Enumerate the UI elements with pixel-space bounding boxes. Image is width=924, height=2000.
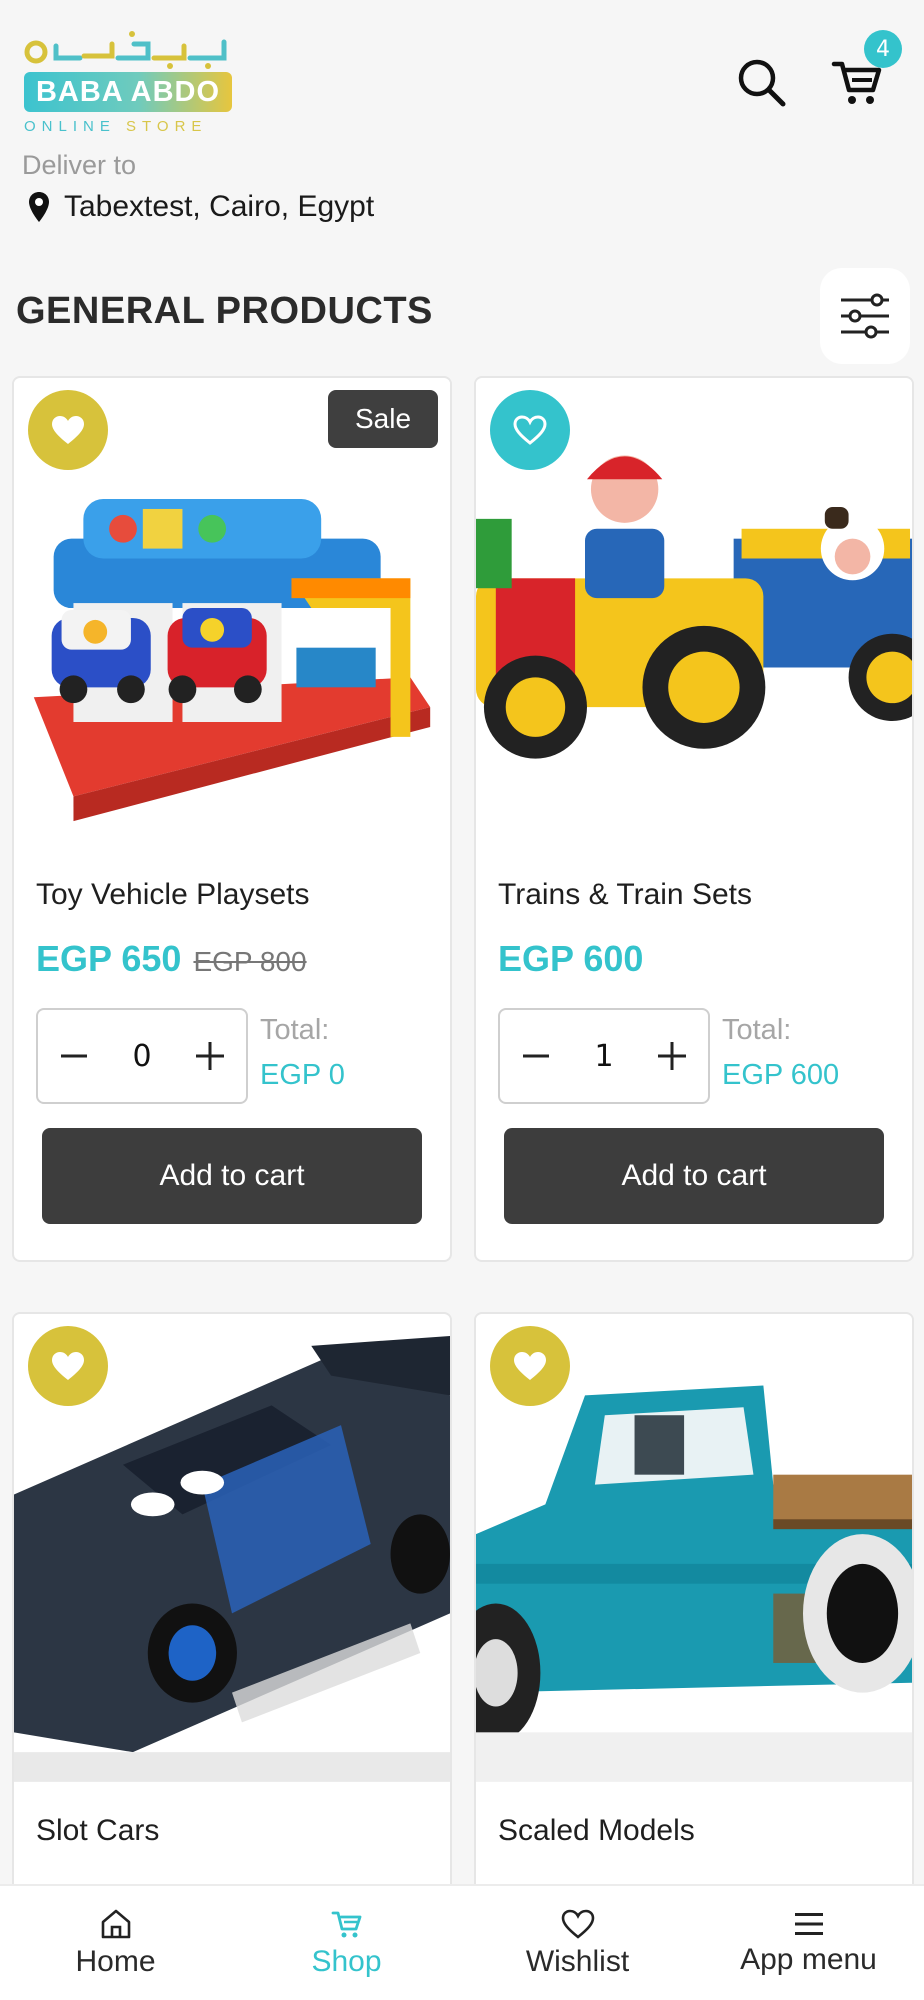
- logo-arabic-wordmark: [24, 31, 227, 69]
- heart-filled-icon: [52, 416, 84, 444]
- search-icon: [738, 59, 786, 107]
- product-card[interactable]: Scaled Models: [474, 1312, 914, 1952]
- increase-quantity-button[interactable]: [188, 1034, 232, 1078]
- product-card[interactable]: Trains & Train Sets EGP 600 1 Total: EGP…: [474, 376, 914, 1262]
- logo-tagline: ONLINE STORE: [24, 118, 208, 135]
- add-to-cart-button[interactable]: Add to cart: [42, 1128, 422, 1224]
- menu-icon: [794, 1913, 823, 1935]
- nav-label-wishlist: Wishlist: [525, 1945, 630, 1978]
- product-card[interactable]: Sale Toy Vehicle Playsets EGP 650 EGP 80…: [12, 376, 452, 1262]
- minus-icon: [61, 1054, 87, 1058]
- location-pin-icon: [29, 192, 49, 222]
- search-button[interactable]: [733, 54, 789, 110]
- quantity-stepper: 0: [36, 1008, 248, 1104]
- home-icon: [101, 1909, 130, 1939]
- nav-item-home[interactable]: Home: [0, 1886, 231, 2000]
- favorite-button[interactable]: [28, 1326, 108, 1406]
- nav-item-shop[interactable]: Shop: [231, 1886, 462, 2000]
- cart-count-badge: 4: [864, 30, 902, 68]
- quantity-value[interactable]: 1: [594, 1039, 613, 1074]
- decrease-quantity-button[interactable]: [52, 1034, 96, 1078]
- minus-icon: [523, 1054, 549, 1058]
- favorite-button[interactable]: [490, 1326, 570, 1406]
- total-value: EGP 0: [260, 1059, 345, 1091]
- price-row: EGP 600: [498, 938, 643, 980]
- product-name[interactable]: Toy Vehicle Playsets: [36, 878, 309, 912]
- heart-filled-icon: [52, 1352, 84, 1380]
- product-name[interactable]: Trains & Train Sets: [498, 878, 752, 912]
- nav-label-shop: Shop: [311, 1945, 382, 1978]
- bottom-navigation: Home Shop Wishlist App menu: [0, 1884, 924, 2000]
- deliver-to-label: Deliver to: [22, 150, 137, 180]
- product-price: EGP 600: [498, 938, 644, 979]
- nav-label-home: Home: [75, 1945, 156, 1978]
- product-name[interactable]: Scaled Models: [498, 1814, 695, 1848]
- product-name[interactable]: Slot Cars: [36, 1814, 159, 1848]
- header: BABA ABDO ONLINE STORE 4 Deliver to Tabe…: [0, 0, 924, 250]
- heart-outline-icon: [513, 415, 547, 445]
- quantity-stepper: 1: [498, 1008, 710, 1104]
- sale-badge: Sale: [328, 390, 438, 448]
- price-row: EGP 650 EGP 800: [36, 938, 307, 980]
- add-to-cart-button[interactable]: Add to cart: [504, 1128, 884, 1224]
- product-card[interactable]: Slot Cars: [12, 1312, 452, 1952]
- product-old-price: EGP 800: [193, 946, 307, 977]
- location-text: Tabextest, Cairo, Egypt: [64, 190, 375, 223]
- total-value: EGP 600: [722, 1059, 840, 1091]
- store-logo[interactable]: BABA ABDO ONLINE STORE: [22, 26, 238, 138]
- nav-label-app-menu: App menu: [740, 1943, 877, 1976]
- delivery-location[interactable]: Tabextest, Cairo, Egypt: [28, 190, 374, 224]
- increase-quantity-button[interactable]: [650, 1034, 694, 1078]
- heart-icon: [561, 1909, 594, 1939]
- line-total: Total: EGP 0: [260, 1014, 345, 1092]
- decrease-quantity-button[interactable]: [514, 1034, 558, 1078]
- total-label: Total:: [260, 1014, 330, 1046]
- cart-icon: [331, 1911, 361, 1938]
- nav-item-wishlist[interactable]: Wishlist: [462, 1886, 693, 2000]
- total-label: Total:: [722, 1014, 792, 1046]
- plus-icon: [196, 1042, 224, 1070]
- quantity-value[interactable]: 0: [132, 1039, 151, 1074]
- nav-item-app-menu[interactable]: App menu: [693, 1886, 924, 2000]
- plus-icon: [658, 1042, 686, 1070]
- line-total: Total: EGP 600: [722, 1014, 839, 1092]
- product-price: EGP 650: [36, 938, 182, 979]
- filter-sliders-icon: [841, 293, 889, 339]
- favorite-button[interactable]: [28, 390, 108, 470]
- page-title: GENERAL PRODUCTS: [16, 290, 433, 332]
- favorite-button[interactable]: [490, 390, 570, 470]
- logo-brand-badge: BABA ABDO: [24, 72, 232, 112]
- filter-button[interactable]: [820, 268, 910, 364]
- heart-filled-icon: [514, 1352, 546, 1380]
